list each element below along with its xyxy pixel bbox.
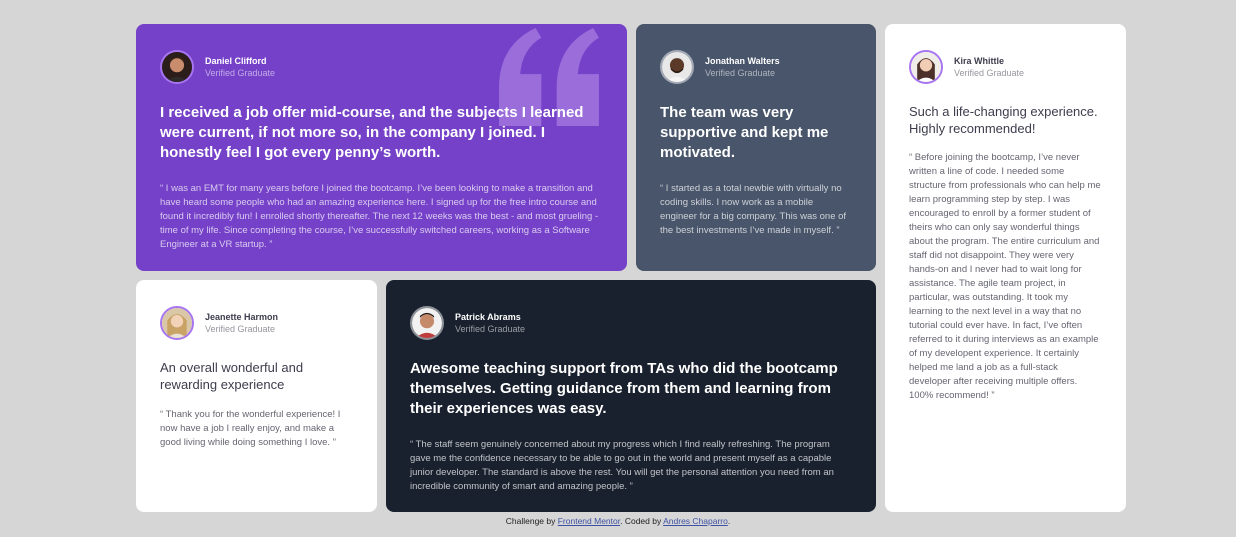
testimonial-headline: An overall wonderful and rewarding exper… [160, 360, 304, 392]
testimonial-headline: Awesome teaching support from TAs who di… [410, 360, 838, 417]
person-name: Kira Whittle [954, 56, 1005, 66]
person-status: Verified Graduate [205, 324, 276, 334]
person-info: Daniel Clifford Verified Graduate [160, 50, 603, 84]
avatar [160, 306, 194, 340]
testimonial-body: “ Thank you for the wonderful experience… [160, 409, 341, 448]
attribution-middle: . Coded by [620, 516, 664, 526]
testimonial-body: “ I started as a total newbie with virtu… [660, 183, 847, 236]
testimonial-card-kira: Kira Whittle Verified Graduate Such a li… [885, 24, 1126, 512]
avatar [909, 50, 943, 84]
avatar [410, 306, 444, 340]
testimonial-card-daniel: Daniel Clifford Verified Graduate I rece… [136, 24, 627, 271]
testimonial-card-jonathan: Jonathan Walters Verified Graduate The t… [636, 24, 876, 271]
testimonial-headline: Such a life-changing experience. Highly … [909, 104, 1098, 136]
frontend-mentor-link[interactable]: Frontend Mentor [558, 516, 620, 526]
testimonial-headline: The team was very supportive and kept me… [660, 104, 829, 161]
person-name: Patrick Abrams [455, 312, 521, 322]
testimonial-card-jeanette: Jeanette Harmon Verified Graduate An ove… [136, 280, 377, 512]
avatar [660, 50, 694, 84]
avatar [160, 50, 194, 84]
person-name: Jeanette Harmon [205, 312, 279, 322]
person-info: Patrick Abrams Verified Graduate [410, 306, 852, 340]
person-name: Daniel Clifford [205, 56, 267, 66]
person-status: Verified Graduate [455, 324, 526, 334]
testimonial-body: “ I was an EMT for many years before I j… [160, 183, 599, 250]
attribution: Challenge by Frontend Mentor. Coded by A… [0, 516, 1236, 526]
attribution-suffix: . [727, 516, 731, 526]
person-info: Kira Whittle Verified Graduate [909, 50, 1102, 84]
person-info: Jonathan Walters Verified Graduate [660, 50, 852, 84]
testimonial-card-patrick: Patrick Abrams Verified Graduate Awesome… [386, 280, 876, 512]
person-status: Verified Graduate [954, 68, 1025, 78]
testimonial-body: “ The staff seem genuinely concerned abo… [410, 439, 834, 492]
person-info: Jeanette Harmon Verified Graduate [160, 306, 353, 340]
testimonial-headline: I received a job offer mid-course, and t… [160, 104, 584, 161]
attribution-prefix: Challenge by [505, 516, 558, 526]
person-name: Jonathan Walters [705, 56, 780, 66]
person-status: Verified Graduate [205, 68, 276, 78]
person-status: Verified Graduate [705, 68, 776, 78]
testimonial-body: “ Before joining the bootcamp, I’ve neve… [909, 152, 1101, 401]
author-link[interactable]: Andres Chaparro [663, 516, 728, 526]
